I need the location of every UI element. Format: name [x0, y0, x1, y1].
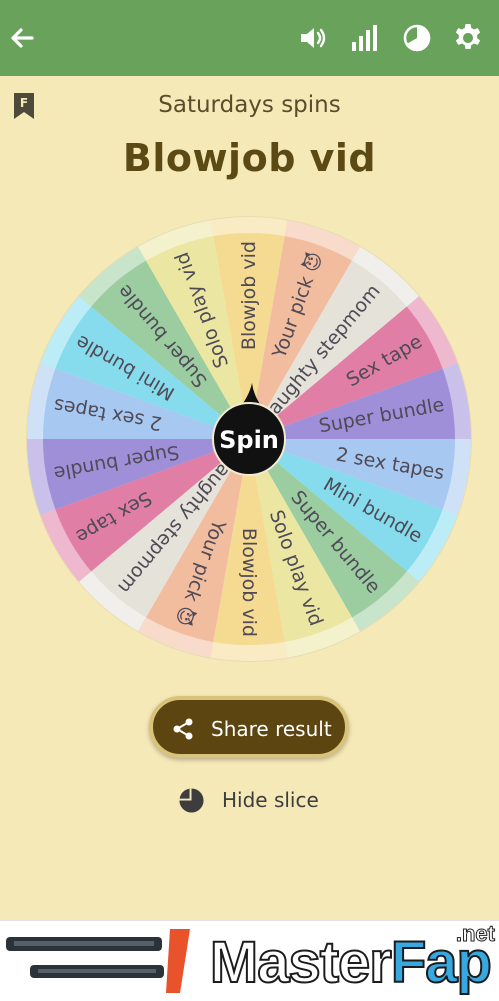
app-bar: [0, 0, 499, 76]
share-icon: [173, 718, 193, 740]
wheel-title: Saturdays spins: [158, 92, 341, 118]
sound-toggle-button[interactable]: [297, 22, 329, 54]
pie-slice-icon: [179, 788, 204, 813]
ad-product-image: [6, 929, 190, 993]
ad-brand: MasterFap: [209, 929, 493, 996]
spin-button-label: Spin: [219, 426, 279, 454]
wheel-slice-label: Blowjob vid: [238, 528, 260, 637]
wheels-button[interactable]: [401, 22, 433, 54]
hide-slice-label: Hide slice: [222, 788, 319, 812]
arrow-left-icon: [11, 28, 34, 48]
settings-button[interactable]: [452, 22, 484, 54]
bar-chart-icon: [352, 25, 377, 51]
hide-slice-button[interactable]: Hide slice: [178, 786, 338, 816]
ad-brand-part-a: Master: [209, 929, 393, 996]
gear-icon: [455, 24, 481, 49]
share-result-button[interactable]: Share result: [149, 696, 349, 758]
share-result-label: Share result: [211, 717, 332, 741]
spin-wheel[interactable]: Blowjob vid Your pick 😈Naughty stepmomSex…: [26, 216, 472, 662]
spin-result: Blowjob vid: [122, 136, 377, 180]
ad-brand-tld: .net: [455, 921, 495, 947]
ad-banner[interactable]: MasterFap .net: [0, 920, 499, 1001]
results-button[interactable]: [348, 22, 380, 54]
volume-icon: [301, 28, 326, 48]
wheel-slice-label: Blowjob vid: [238, 241, 260, 350]
back-button[interactable]: [6, 22, 38, 54]
pie-chart-icon: [403, 24, 431, 52]
